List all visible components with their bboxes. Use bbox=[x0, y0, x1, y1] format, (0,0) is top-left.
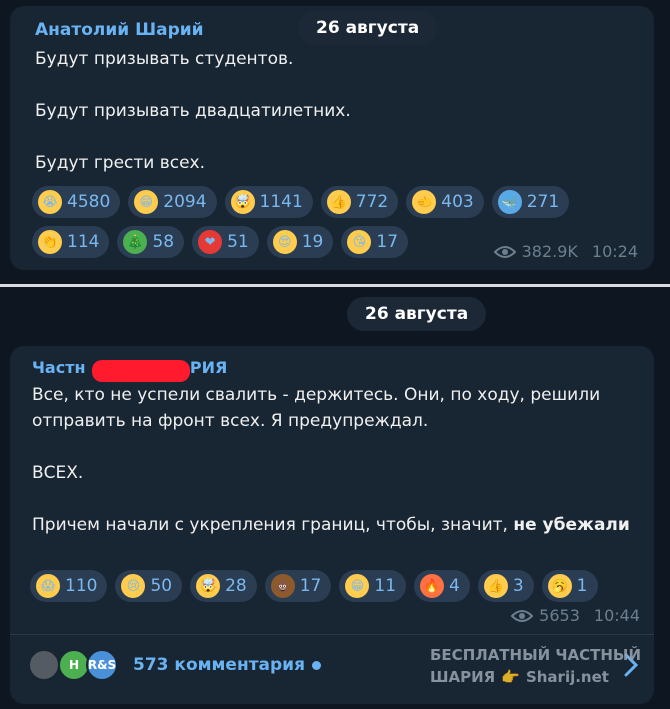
reaction-count: 4 bbox=[449, 576, 460, 596]
reaction-count: 11 bbox=[374, 576, 397, 596]
reaction-chip[interactable]: 🔥 4 bbox=[414, 570, 470, 602]
message-time: 10:44 bbox=[593, 606, 640, 625]
thumbs-up-icon: 👍 bbox=[483, 574, 508, 598]
divider bbox=[0, 284, 670, 287]
heart-eyes-icon: 😍 bbox=[272, 230, 297, 254]
unread-dot bbox=[312, 661, 321, 670]
reaction-count: 4580 bbox=[67, 192, 111, 212]
reaction-count: 114 bbox=[67, 232, 100, 252]
reaction-chip[interactable]: 🤯 1141 bbox=[224, 186, 313, 218]
fire-icon: 🔥 bbox=[420, 574, 445, 598]
yawning-face-icon: 🥱 bbox=[547, 574, 572, 598]
paragraph: Причем начали с укрепления границ, чтобы… bbox=[32, 515, 630, 535]
whale-icon: 🐳 bbox=[497, 190, 522, 214]
watermark-line2: ШАРИЯ bbox=[430, 668, 496, 686]
reaction-count: 2094 bbox=[163, 192, 207, 212]
message-text: Будут призывать студентов. Будут призыва… bbox=[35, 46, 635, 176]
reaction-chip[interactable]: 😢 50 bbox=[115, 570, 183, 602]
date-badge: 26 августа bbox=[298, 11, 438, 45]
watermark-site: Sharij.net bbox=[525, 668, 609, 686]
message-text: Все, кто не успели свалить - держитесь. … bbox=[32, 382, 642, 538]
reaction-chip[interactable]: 😁 2094 bbox=[128, 186, 217, 218]
views-eye-icon bbox=[511, 609, 534, 622]
reaction-chip[interactable]: 👍 3 bbox=[477, 570, 534, 602]
sender-name-start: Частн bbox=[32, 358, 86, 377]
exploding-head-icon: 🤯 bbox=[196, 574, 221, 598]
reaction-count: 271 bbox=[526, 192, 560, 212]
screaming-face-icon: 😱 bbox=[36, 574, 60, 598]
watermark-line1: БЕСПЛАТНЫЙ ЧАСТНЫЙ bbox=[430, 646, 642, 664]
reaction-chip[interactable]: 🥱 1 bbox=[541, 570, 598, 602]
reaction-count: 110 bbox=[65, 576, 98, 596]
kissing-face-icon: 😘 bbox=[347, 230, 372, 254]
crying-face-icon: 😭 bbox=[38, 190, 62, 214]
grinning-face-icon: 😁 bbox=[134, 190, 159, 214]
reaction-chip[interactable]: 😁 11 bbox=[339, 570, 407, 602]
message-time: 10:24 bbox=[591, 242, 638, 261]
grinning-face-icon: 😁 bbox=[345, 574, 370, 598]
sender-name[interactable]: Анатолий Шарий bbox=[35, 20, 204, 40]
date-badge: 26 августа bbox=[347, 297, 487, 331]
bold-text: не убежали bbox=[513, 515, 630, 535]
pointing-hand-icon: 👉 bbox=[501, 668, 520, 686]
christmas-tree-icon: 🎄 bbox=[123, 230, 148, 254]
redaction-mark bbox=[92, 360, 190, 382]
reaction-chip[interactable]: 👏 114 bbox=[32, 226, 110, 258]
message-meta: 382.9K 10:24 bbox=[493, 242, 638, 261]
exploding-head-icon: 🤯 bbox=[230, 190, 255, 214]
watermark: БЕСПЛАТНЫЙ ЧАСТНЫЙ ШАРИЯ 👉 Sharij.net bbox=[430, 644, 656, 688]
paragraph: Будут грести всех. bbox=[35, 153, 206, 173]
paragraph: Будут призывать студентов. bbox=[35, 49, 294, 69]
reaction-count: 28 bbox=[225, 576, 247, 596]
reaction-count: 17 bbox=[299, 576, 322, 596]
reaction-chip[interactable]: ❤ 51 bbox=[192, 226, 259, 258]
reaction-count: 19 bbox=[301, 232, 324, 252]
reaction-count: 50 bbox=[150, 576, 173, 596]
reaction-chip[interactable]: 💩 17 bbox=[264, 570, 332, 602]
reaction-chip[interactable]: 👍 772 bbox=[320, 186, 399, 218]
reaction-chip[interactable]: 😘 17 bbox=[341, 226, 409, 258]
paragraph: ВСЕХ. bbox=[32, 463, 84, 483]
heart-icon: ❤ bbox=[198, 230, 223, 254]
message-meta: 5653 10:44 bbox=[511, 606, 640, 625]
reaction-count: 1141 bbox=[259, 192, 303, 212]
sad-face-icon: 😢 bbox=[121, 574, 146, 598]
reaction-chip[interactable]: 😍 19 bbox=[266, 226, 334, 258]
reaction-chip[interactable]: 🫲 403 bbox=[406, 186, 484, 218]
views-eye-icon bbox=[493, 245, 516, 258]
reaction-count: 3 bbox=[512, 576, 524, 596]
reaction-chip[interactable]: 😭 4580 bbox=[32, 186, 121, 218]
reaction-chip[interactable]: 🤯 28 bbox=[190, 570, 257, 602]
avatar: R&S bbox=[86, 649, 118, 681]
views-count: 382.9K bbox=[521, 242, 578, 261]
message-bubble-1[interactable]: Анатолий Шарий Будут призывать студентов… bbox=[10, 6, 654, 270]
paragraph: Будут призывать двадцатилетних. bbox=[35, 101, 351, 121]
paragraph: Все, кто не успели свалить - держитесь. … bbox=[32, 385, 601, 431]
reaction-count: 772 bbox=[355, 192, 389, 212]
reaction-chip[interactable]: 🐳 271 bbox=[491, 186, 570, 218]
thumbs-up-icon: 👍 bbox=[326, 190, 351, 214]
comments-count-link[interactable]: 573 комментария bbox=[133, 655, 305, 675]
avatar bbox=[28, 649, 60, 681]
poop-icon: 💩 bbox=[270, 574, 295, 598]
reactions-list: 😱 110 😢 50 🤯 28 💩 17 😁 11 🔥 4 👍 3 🥱 1 bbox=[30, 570, 630, 602]
pointing-hand-icon: 🫲 bbox=[412, 190, 437, 214]
reaction-count: 403 bbox=[441, 192, 474, 212]
reaction-chip[interactable]: 😱 110 bbox=[30, 570, 108, 602]
reaction-count: 17 bbox=[376, 232, 399, 252]
views-count: 5653 bbox=[539, 606, 580, 625]
reaction-count: 1 bbox=[576, 576, 588, 596]
reaction-chip[interactable]: 🎄 58 bbox=[117, 226, 185, 258]
reaction-count: 51 bbox=[227, 232, 249, 252]
clapping-hands-icon: 👏 bbox=[38, 230, 62, 254]
reaction-count: 58 bbox=[152, 232, 175, 252]
